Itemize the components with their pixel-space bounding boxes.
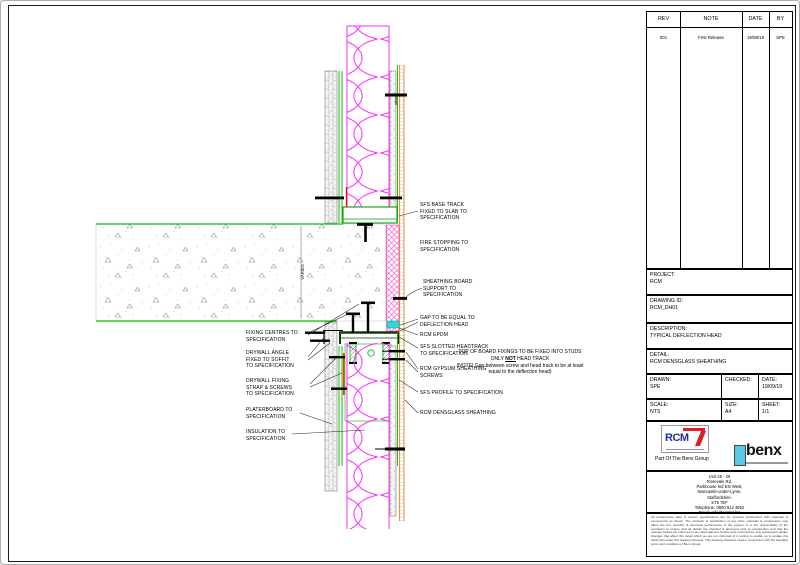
- wall-lower: [323, 322, 398, 529]
- col-header-note: NOTE: [680, 16, 742, 24]
- note-emphasis: NOT: [505, 356, 516, 362]
- rcm-logo-tagline: [666, 449, 704, 451]
- sheathing-board-lower: [390, 346, 396, 516]
- label-plasterboard: PLATERBOARD TO SPECIFICATION: [246, 407, 292, 420]
- benx-logo-text: benx: [746, 442, 781, 460]
- col-header-date: DATE: [742, 16, 769, 24]
- drawing-id-value: RCM_DH01: [650, 305, 789, 312]
- drawn-value: SPE: [650, 384, 718, 391]
- drawing-id-box: DRAWING ID: RCM_DH01: [646, 295, 793, 323]
- size-label: SIZE:: [725, 402, 755, 409]
- table-row: 001 First Release 19/08/19 SPE: [647, 28, 792, 48]
- detail-value: RCM DENSGLASS SHEATHING: [650, 359, 789, 366]
- rcm-logo-text: RCM: [665, 432, 689, 444]
- concrete-slab: VARIES: [96, 224, 386, 321]
- insulation-upper: [347, 26, 389, 207]
- benx-logo-mark: [734, 445, 746, 466]
- detail-label: DETAIL:: [650, 352, 789, 359]
- detail-box: DETAIL: RCM DENSGLASS SHEATHING: [646, 349, 793, 374]
- insulation-lower: [347, 343, 389, 529]
- varies-dimension-label: VARIES: [300, 264, 305, 280]
- project-value: RCM: [650, 279, 789, 286]
- date-label: DATE:: [762, 377, 789, 384]
- address-box: Unit 25 - 26 Rosevale Rd, Parkhouse Ind …: [646, 471, 793, 513]
- scale-label: SCALE:: [650, 402, 718, 409]
- revision-table: REV NOTE DATE BY 001 First Release 19/08…: [646, 11, 793, 269]
- benx-logo: benx: [734, 444, 792, 470]
- revision-table-header: REV NOTE DATE BY: [647, 12, 792, 28]
- label-sfs-base-track: SFS BASE TRACK FIXED TO SLAB TO SPECIFIC…: [420, 202, 467, 222]
- sheet-label: SHEET:: [762, 402, 789, 409]
- table-divider: [680, 12, 681, 268]
- col-header-by: BY: [769, 16, 792, 24]
- label-gap: GAP TO BE EQUAL TO DEFLECTION HEAD: [420, 315, 475, 328]
- label-drywall-strap: DRYWALL FIXING STRAP & SCREWS TO SPECIFI…: [246, 378, 294, 398]
- note-parenthetical: (NOTE! Gap between screw and head track …: [456, 363, 584, 377]
- label-fixing-centres: FIXING CENTRES TO SPECIFICATION: [246, 330, 298, 343]
- sheathing-board-upper: [390, 71, 396, 207]
- table-divider: [742, 12, 743, 268]
- fire-stopping: [387, 225, 400, 331]
- scale-value: NTS: [650, 409, 718, 416]
- sfs-base-track: [343, 207, 397, 223]
- description-label: DESCRIPTION:: [650, 326, 789, 333]
- label-rcm-epdm: RCM EPDM: [420, 332, 448, 339]
- drawn-cell: DRAWN: SPE: [647, 375, 722, 398]
- plasterboard-lower: [325, 322, 337, 491]
- label-densglass: RCM DENSGLASS SHEATHING: [420, 410, 496, 417]
- project-label: PROJECT:: [650, 272, 789, 279]
- date-value: 19/08/19: [742, 35, 769, 41]
- scale-row: SCALE: NTS SIZE: A4 SHEET: 1/1: [646, 399, 793, 421]
- disclaimer-text: All performance data & system specificat…: [651, 515, 788, 546]
- rev-value: 001: [647, 35, 680, 41]
- checked-cell: CHECKED:: [722, 375, 759, 398]
- sheet-cell: SHEET: 1/1: [759, 400, 792, 420]
- note-value: First Release: [680, 35, 742, 41]
- drawing-sheet: VARIES: [0, 0, 800, 565]
- label-insulation: INSULATION TO SPECIFICATION: [246, 429, 285, 442]
- size-cell: SIZE: A4: [722, 400, 759, 420]
- label-sfs-profile: SFS PROFILE TO SPECIFICATION: [420, 390, 503, 397]
- date-cell: DATE: 19/09/19: [759, 375, 792, 398]
- col-header-rev: REV: [647, 16, 680, 24]
- checked-label: CHECKED:: [725, 377, 755, 384]
- benx-logo-tagline: [746, 462, 788, 464]
- by-value: SPE: [769, 35, 792, 41]
- note-text: HEAD TRACK: [516, 356, 550, 362]
- epdm-membrane: [387, 321, 399, 328]
- rcm-logo-swoosh: [695, 431, 706, 446]
- label-fire-stopping: FIRE STOPPING TO SPECIFICATION: [420, 240, 468, 253]
- drawn-row: DRAWN: SPE CHECKED: DATE: 19/09/19: [646, 374, 793, 399]
- scale-cell: SCALE: NTS: [647, 400, 722, 420]
- table-divider: [769, 12, 770, 268]
- project-box: PROJECT: RCM: [646, 269, 793, 295]
- sheet-value: 1/1: [762, 409, 789, 416]
- description-box: DESCRIPTION: TYPICAL DEFLECTION HEAD: [646, 323, 793, 349]
- rcm-logo: RCM: [661, 425, 709, 453]
- size-value: A4: [725, 409, 755, 416]
- wall-upper: [325, 26, 398, 223]
- description-value: TYPICAL DEFLECTION HEAD: [650, 333, 789, 340]
- densglass-sheathing: [400, 65, 405, 521]
- part-of-benx-text: Part Of The Benx Group: [655, 456, 709, 462]
- label-board-fixings-note: TOP OF BOARD FIXINGS TO BE FIXED INTO ST…: [456, 349, 584, 376]
- label-sheathing-support: SHEATHING BOARD SUPPORT TO SPECIFICATION: [423, 279, 472, 299]
- drawn-label: DRAWN:: [650, 377, 718, 384]
- disclaimer-box: All performance data & system specificat…: [646, 513, 793, 557]
- date-value: 19/09/19: [762, 384, 789, 391]
- plasterboard-upper: [325, 71, 337, 223]
- drawing-id-label: DRAWING ID:: [650, 298, 789, 305]
- label-drywall-angle: DRYWALL ANGLE FIXED TO SOFFIT TO SPECIFI…: [246, 350, 294, 370]
